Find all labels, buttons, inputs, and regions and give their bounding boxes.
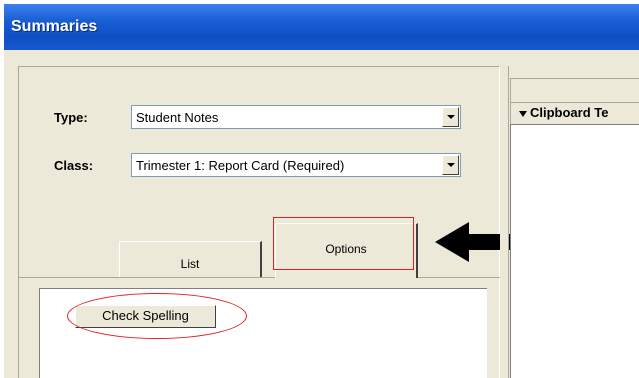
window-title: Summaries xyxy=(11,18,98,35)
check-spelling-highlight-ellipse xyxy=(67,293,247,339)
clipboard-panel: Clipboard Te xyxy=(510,66,639,378)
type-dropdown-value: Student Notes xyxy=(136,110,219,125)
type-dropdown[interactable]: Student Notes xyxy=(131,105,461,129)
class-label: Class: xyxy=(54,158,94,173)
class-dropdown-arrow-icon[interactable] xyxy=(442,155,459,175)
window-body: Type: Student Notes Class: Trimester 1: … xyxy=(4,50,639,378)
class-dropdown[interactable]: Trimester 1: Report Card (Required) xyxy=(131,153,461,177)
clipboard-title-text: Clipboard Te xyxy=(530,105,609,120)
tab-divider xyxy=(19,277,500,278)
type-label: Type: xyxy=(54,110,88,125)
type-dropdown-arrow-icon[interactable] xyxy=(442,107,459,127)
summaries-left-panel: Type: Student Notes Class: Trimester 1: … xyxy=(18,66,546,378)
panel-splitter[interactable] xyxy=(500,66,509,378)
title-bar[interactable]: Summaries xyxy=(4,4,639,50)
collapse-triangle-icon[interactable] xyxy=(519,110,527,117)
summaries-window: Summaries Type: Student Notes Class: Tri… xyxy=(4,4,639,378)
tab-list-label: List xyxy=(180,257,200,271)
clipboard-text-area[interactable] xyxy=(510,124,639,378)
clipboard-header-strip xyxy=(510,78,639,102)
clipboard-title[interactable]: Clipboard Te xyxy=(510,102,639,124)
tab-list[interactable]: List xyxy=(119,241,262,277)
class-dropdown-value: Trimester 1: Report Card (Required) xyxy=(136,158,345,173)
options-tab-highlight-box xyxy=(273,217,414,270)
